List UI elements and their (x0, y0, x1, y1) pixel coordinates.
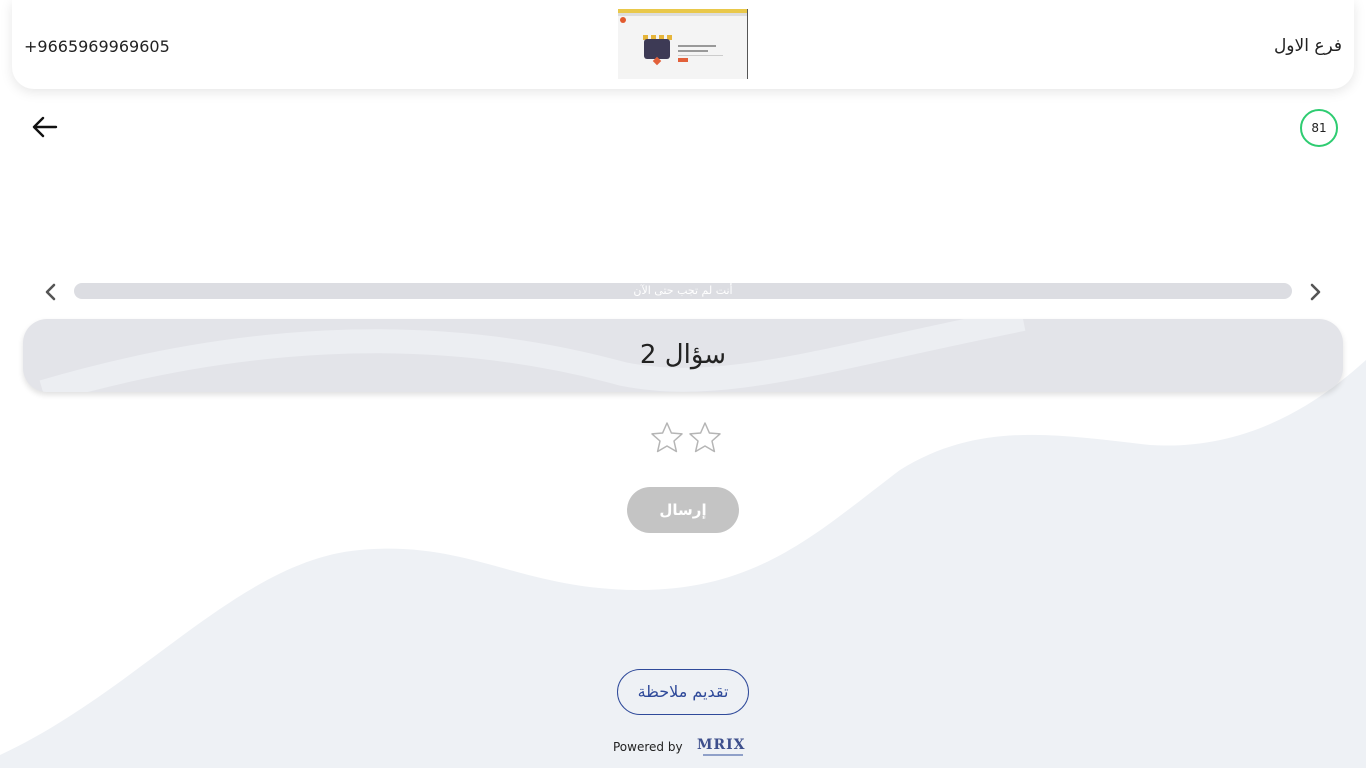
submit-button[interactable]: إرسال (627, 487, 739, 533)
progress-status-text: أنت لم تجب حتى الآن (633, 284, 733, 297)
header-bar: +9665969969605 فرع الاول (12, 0, 1354, 89)
feedback-button[interactable]: تقديم ملاحظة (617, 669, 749, 715)
progress-bar: أنت لم تجب حتى الآن (74, 283, 1292, 299)
chevron-right-icon[interactable] (1304, 281, 1326, 303)
branch-name: فرع الاول (1273, 36, 1342, 56)
star-outline-icon[interactable] (650, 421, 684, 455)
countdown-timer: 81 (1300, 109, 1338, 147)
question-card: سؤال 2 (23, 319, 1343, 392)
branch-logo-image (618, 9, 748, 79)
star-outline-icon[interactable] (688, 421, 722, 455)
brand-logo[interactable]: MRIX (697, 737, 746, 753)
star-rating (646, 421, 722, 457)
phone-number: +9665969969605 (24, 37, 170, 56)
timer-value: 81 (1311, 121, 1327, 135)
arrow-left-icon[interactable] (30, 114, 60, 140)
chevron-left-icon[interactable] (40, 281, 62, 303)
question-title: سؤال 2 (639, 340, 727, 370)
powered-by-text: Powered by (613, 740, 683, 754)
brand-logo-underline (703, 754, 743, 756)
